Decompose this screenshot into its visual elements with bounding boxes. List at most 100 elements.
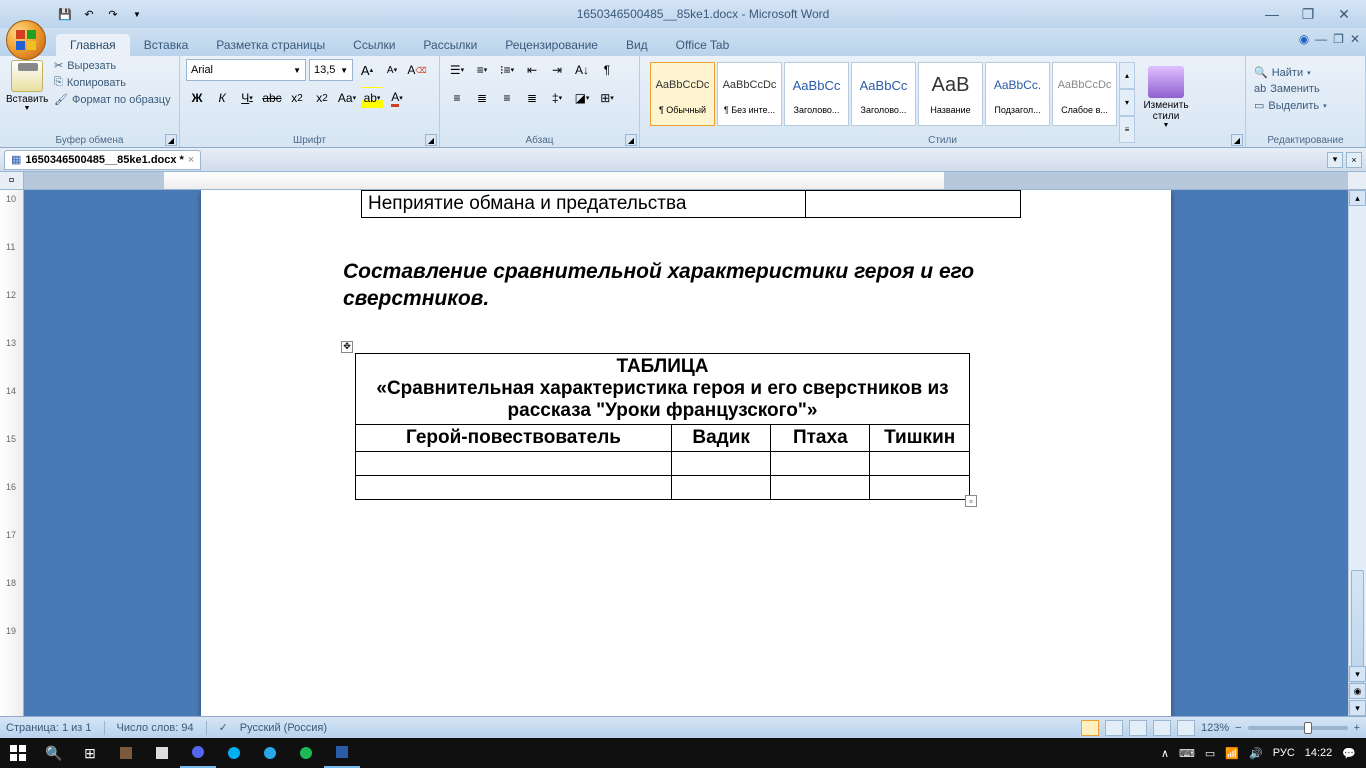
tray-language[interactable]: РУС bbox=[1273, 747, 1295, 759]
taskbar-app-2[interactable] bbox=[144, 738, 180, 768]
undo-icon[interactable]: ↶ bbox=[78, 3, 100, 25]
paste-button[interactable]: Вставить ▼ bbox=[6, 58, 48, 112]
tab-insert[interactable]: Вставка bbox=[130, 34, 203, 56]
start-button[interactable] bbox=[0, 738, 36, 768]
tab-home[interactable]: Главная bbox=[56, 34, 130, 56]
table-header-cell[interactable]: Герой-повествователь bbox=[356, 424, 672, 451]
tray-wifi-icon[interactable]: 📶 bbox=[1225, 747, 1239, 760]
ruler-corner-icon[interactable]: ▫ bbox=[0, 172, 24, 189]
table-cell[interactable]: Неприятие обмана и предательства bbox=[362, 191, 805, 217]
highlight-button[interactable]: ab▾ bbox=[361, 87, 383, 109]
zoom-out-button[interactable]: − bbox=[1235, 722, 1241, 734]
vertical-ruler[interactable]: 1011 1213 1415 1617 1819 bbox=[0, 190, 24, 716]
save-icon[interactable]: 💾 bbox=[54, 3, 76, 25]
tray-battery-icon[interactable]: ▭ bbox=[1205, 747, 1215, 760]
align-center-button[interactable]: ≣ bbox=[471, 87, 493, 109]
table-resize-handle-icon[interactable]: ▫ bbox=[965, 495, 977, 507]
indent-inc-button[interactable]: ⇥ bbox=[546, 59, 568, 81]
taskbar-spotify-icon[interactable] bbox=[288, 738, 324, 768]
zoom-level[interactable]: 123% bbox=[1201, 722, 1229, 734]
outline-view-icon[interactable] bbox=[1153, 720, 1171, 736]
tray-keyboard-icon[interactable]: ⌨ bbox=[1179, 747, 1195, 760]
style-item[interactable]: АаВНазвание bbox=[918, 62, 983, 126]
align-right-button[interactable]: ≡ bbox=[496, 87, 518, 109]
find-button[interactable]: 🔍Найти▾ bbox=[1252, 64, 1359, 81]
document-area[interactable]: Неприятие обмана и предательства Составл… bbox=[24, 190, 1348, 716]
grow-font-icon[interactable]: A▴ bbox=[356, 59, 378, 81]
table-row[interactable] bbox=[356, 451, 970, 475]
qa-dropdown-icon[interactable]: ▼ bbox=[126, 3, 148, 25]
page[interactable]: Неприятие обмана и предательства Составл… bbox=[201, 190, 1171, 716]
web-view-icon[interactable] bbox=[1129, 720, 1147, 736]
tab-view[interactable]: Вид bbox=[612, 34, 662, 56]
bullets-button[interactable]: ☰▾ bbox=[446, 59, 468, 81]
next-page-icon[interactable]: ▾ bbox=[1349, 700, 1366, 716]
language-status[interactable]: Русский (Россия) bbox=[240, 722, 327, 734]
tab-office[interactable]: Office Tab bbox=[662, 34, 744, 56]
underline-button[interactable]: Ч▾ bbox=[236, 87, 258, 109]
font-name-combo[interactable]: Arial▼ bbox=[186, 59, 306, 81]
tab-layout[interactable]: Разметка страницы bbox=[202, 34, 339, 56]
tab-references[interactable]: Ссылки bbox=[339, 34, 409, 56]
replace-button[interactable]: abЗаменить bbox=[1252, 81, 1359, 97]
shading-button[interactable]: ◪▾ bbox=[571, 87, 593, 109]
scroll-up-icon[interactable]: ▴ bbox=[1349, 190, 1366, 206]
cut-button[interactable]: ✂Вырезать bbox=[52, 58, 173, 73]
superscript-button[interactable]: x2 bbox=[311, 87, 333, 109]
redo-icon[interactable]: ↷ bbox=[102, 3, 124, 25]
style-item[interactable]: AaBbCcЗаголово... bbox=[784, 62, 849, 126]
style-item[interactable]: AaBbCcDcСлабое в... bbox=[1052, 62, 1117, 126]
borders-button[interactable]: ⊞▾ bbox=[596, 87, 618, 109]
format-painter-button[interactable]: 🖌Формат по образцу bbox=[52, 92, 173, 107]
select-button[interactable]: ▭Выделить▾ bbox=[1252, 97, 1359, 114]
line-spacing-button[interactable]: ‡▾ bbox=[546, 87, 568, 109]
zoom-in-button[interactable]: + bbox=[1354, 722, 1360, 734]
close-tab-icon[interactable]: × bbox=[188, 154, 194, 166]
tray-notifications-icon[interactable]: 💬 bbox=[1342, 747, 1356, 760]
style-item[interactable]: AaBbCcDc¶ Без инте... bbox=[717, 62, 782, 126]
tray-volume-icon[interactable]: 🔊 bbox=[1249, 747, 1263, 760]
document-tab[interactable]: ▦ 1650346500485__85ke1.docx * × bbox=[4, 150, 201, 170]
subscript-button[interactable]: x2 bbox=[286, 87, 308, 109]
tab-review[interactable]: Рецензирование bbox=[491, 34, 612, 56]
indent-dec-button[interactable]: ⇤ bbox=[521, 59, 543, 81]
align-justify-button[interactable]: ≣ bbox=[521, 87, 543, 109]
draft-view-icon[interactable] bbox=[1177, 720, 1195, 736]
tab-mailings[interactable]: Рассылки bbox=[409, 34, 491, 56]
prev-page-icon[interactable]: ◉ bbox=[1349, 683, 1366, 699]
tray-clock[interactable]: 14:22 bbox=[1305, 747, 1333, 759]
style-item[interactable]: AaBbCcЗаголово... bbox=[851, 62, 916, 126]
strike-button[interactable]: abc bbox=[261, 87, 283, 109]
table-cell[interactable] bbox=[805, 191, 1020, 217]
minimize-button[interactable]: — bbox=[1258, 4, 1286, 24]
dialog-launcher-icon[interactable]: ◢ bbox=[425, 134, 437, 146]
clear-format-icon[interactable]: A⌫ bbox=[406, 59, 428, 81]
word-count[interactable]: Число слов: 94 bbox=[117, 722, 194, 734]
taskbar-skype-icon[interactable] bbox=[216, 738, 252, 768]
taskbar-telegram-icon[interactable] bbox=[252, 738, 288, 768]
copy-button[interactable]: ⎘Копировать bbox=[52, 75, 173, 90]
help-icon[interactable]: ◉ bbox=[1299, 32, 1309, 46]
table-move-handle-icon[interactable]: ✥ bbox=[341, 341, 353, 353]
dialog-launcher-icon[interactable]: ◢ bbox=[1231, 134, 1243, 146]
table-row[interactable] bbox=[356, 475, 970, 499]
zoom-slider[interactable] bbox=[1248, 726, 1348, 730]
taskbar-app-1[interactable] bbox=[108, 738, 144, 768]
change-case-button[interactable]: Aa▾ bbox=[336, 87, 358, 109]
align-left-button[interactable]: ≡ bbox=[446, 87, 468, 109]
font-color-button[interactable]: A▾ bbox=[386, 87, 408, 109]
numbering-button[interactable]: ≡▾ bbox=[471, 59, 493, 81]
print-layout-view-icon[interactable] bbox=[1081, 720, 1099, 736]
taskbar-word-icon[interactable] bbox=[324, 738, 360, 768]
vertical-scrollbar[interactable]: ▴ ▾ ◉ ▾ bbox=[1348, 190, 1366, 716]
horizontal-ruler[interactable]: ▫ bbox=[0, 172, 1366, 190]
page-status[interactable]: Страница: 1 из 1 bbox=[6, 722, 92, 734]
table-header-cell[interactable]: Тишкин bbox=[870, 424, 970, 451]
tray-chevron-icon[interactable]: ∧ bbox=[1161, 747, 1169, 760]
spellcheck-icon[interactable]: ✓ bbox=[219, 721, 228, 734]
shrink-font-icon[interactable]: A▾ bbox=[381, 59, 403, 81]
taskbar-discord-icon[interactable] bbox=[180, 738, 216, 768]
dialog-launcher-icon[interactable]: ◢ bbox=[625, 134, 637, 146]
table-header-row[interactable]: Герой-повествователь Вадик Птаха Тишкин bbox=[356, 424, 970, 451]
ribbon-restore-icon[interactable]: ❐ bbox=[1333, 32, 1344, 46]
